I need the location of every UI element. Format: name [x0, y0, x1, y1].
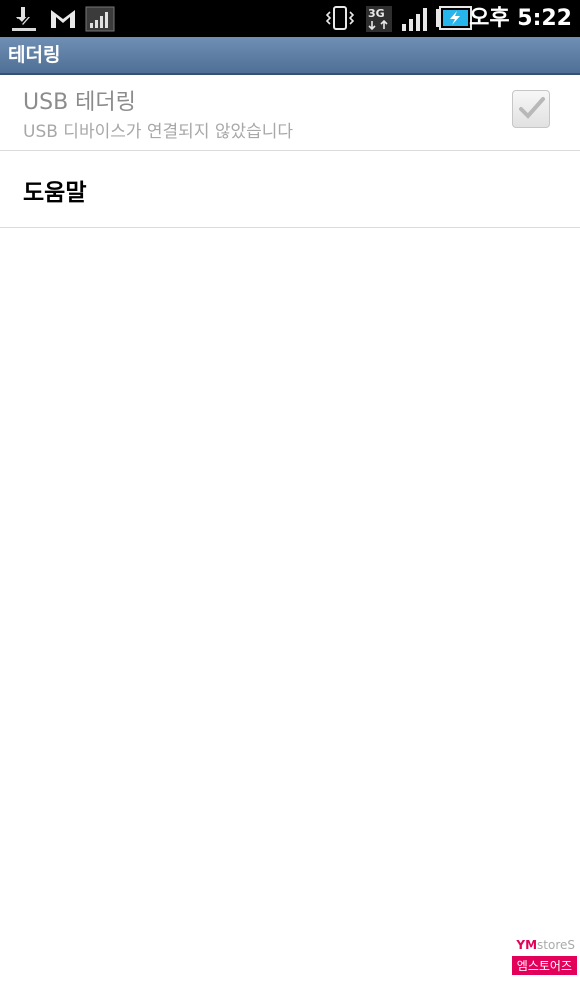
watermark-accent: YM — [516, 938, 538, 952]
usb-tethering-checkbox[interactable] — [512, 90, 550, 128]
watermark-tag: 엠스토어즈 — [511, 956, 577, 975]
usb-tethering-title: USB 테더링 — [23, 90, 136, 115]
status-time: 오후 5:22 — [469, 6, 572, 31]
page-title: 테더링 — [8, 44, 61, 66]
usb-tethering-row[interactable]: USB 테더링 USB 디바이스가 연결되지 않았습니다 — [0, 75, 580, 151]
svg-text:3G: 3G — [368, 7, 385, 20]
battery-charging-icon — [435, 4, 473, 38]
download-complete-icon — [10, 4, 38, 38]
status-bar: 3G 오후 5:22 — [0, 0, 580, 37]
watermark-suffix: storeS — [537, 938, 575, 952]
signal-bars-icon — [400, 4, 430, 38]
usb-tethering-summary: USB 디바이스가 연결되지 않았습니다 — [23, 122, 294, 142]
gmail-icon — [48, 4, 78, 38]
help-row[interactable]: 도움말 — [0, 151, 580, 228]
checkmark-icon — [519, 97, 545, 119]
help-title: 도움말 — [23, 180, 87, 206]
3g-data-icon: 3G — [365, 4, 393, 38]
vibrate-icon — [325, 4, 355, 38]
title-bar: 테더링 — [0, 37, 580, 75]
watermark-logo: YMstoreS 엠스토어즈 — [507, 938, 577, 976]
watermark-wordmark: YMstoreS — [516, 938, 575, 952]
signal-strength-icon — [85, 4, 115, 38]
